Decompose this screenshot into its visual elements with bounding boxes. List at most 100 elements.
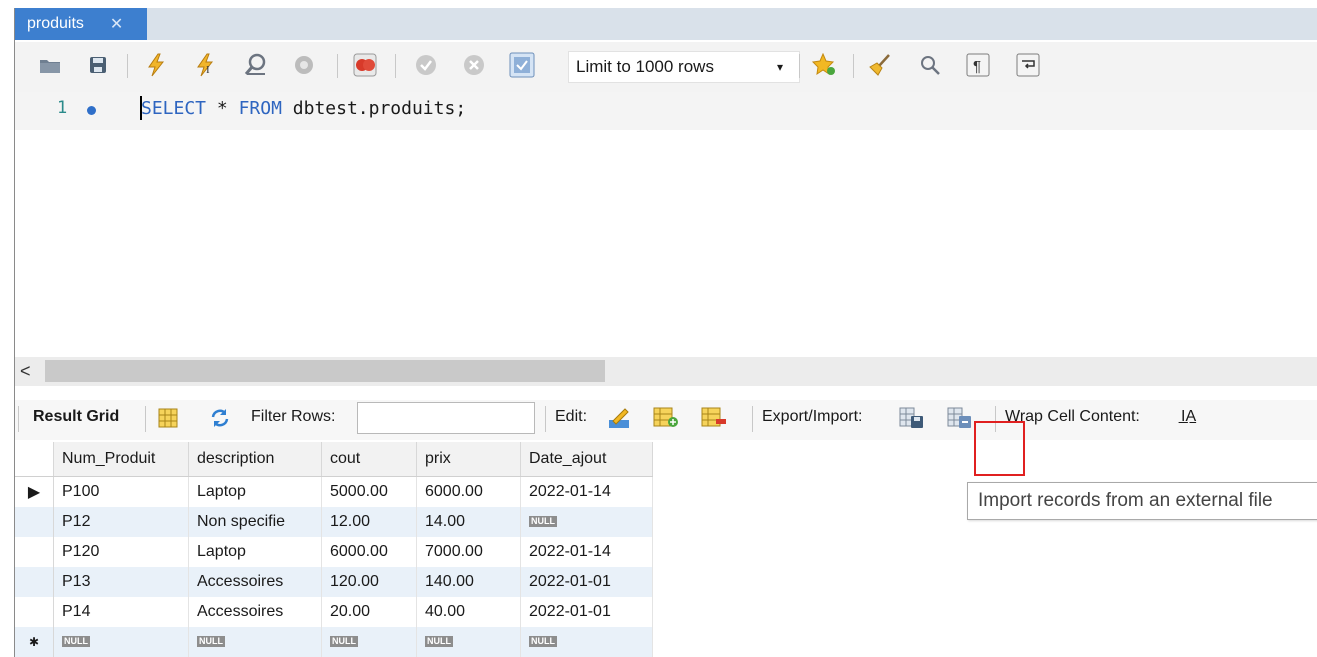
filter-rows-label: Filter Rows: — [251, 408, 336, 425]
cell[interactable]: P13 — [53, 567, 189, 597]
row-header — [15, 507, 54, 537]
null-badge: NULL — [529, 636, 557, 647]
cell[interactable]: Accessoires — [188, 597, 322, 627]
cell[interactable]: 6000.00 — [321, 537, 417, 567]
cell[interactable]: 140.00 — [416, 567, 521, 597]
row-header — [15, 597, 54, 627]
wrap-cell-content-label: Wrap Cell Content: — [1005, 408, 1140, 425]
cell[interactable]: 5000.00 — [321, 476, 417, 507]
chevron-down-icon[interactable]: ▾ — [777, 60, 783, 74]
cell[interactable]: Laptop — [188, 537, 322, 567]
separator — [395, 54, 396, 78]
cell[interactable]: 2022-01-14 — [520, 537, 653, 567]
autocommit-icon[interactable] — [509, 52, 535, 78]
cell[interactable]: P12 — [53, 507, 189, 537]
cell[interactable]: P100 — [53, 476, 189, 507]
wrap-cell-toggle-icon[interactable]: I̲A — [1181, 408, 1196, 426]
export-records-icon[interactable] — [899, 405, 925, 431]
execute-icon[interactable] — [143, 52, 169, 78]
import-records-icon[interactable] — [947, 405, 973, 431]
tab-bar: produits ✕ — [15, 8, 1317, 40]
cell[interactable]: NULL — [53, 627, 189, 657]
filter-rows-input[interactable] — [357, 402, 535, 434]
cell[interactable]: 2022-01-01 — [520, 597, 653, 627]
save-icon[interactable] — [85, 52, 111, 78]
null-badge: NULL — [425, 636, 453, 647]
cell[interactable]: NULL — [416, 627, 521, 657]
cell[interactable]: NULL — [188, 627, 322, 657]
cell[interactable]: NULL — [520, 627, 653, 657]
toggle-stop-on-error-icon[interactable] — [352, 52, 378, 78]
open-folder-icon[interactable] — [37, 52, 63, 78]
sql-keyword-select: SELECT — [141, 98, 207, 119]
explain-icon[interactable] — [243, 52, 269, 78]
result-grid-tab[interactable]: Result Grid — [33, 408, 119, 426]
table-row[interactable]: ▶ P100 Laptop 5000.00 6000.00 2022-01-14 — [15, 476, 653, 507]
sql-statement[interactable]: SELECT * FROM dbtest.produits; — [141, 98, 466, 119]
separator — [127, 54, 128, 78]
cell[interactable]: 14.00 — [416, 507, 521, 537]
table-row[interactable]: P14 Accessoires 20.00 40.00 2022-01-01 — [15, 597, 653, 627]
cell[interactable]: Accessoires — [188, 567, 322, 597]
separator — [853, 54, 854, 78]
cell[interactable]: 20.00 — [321, 597, 417, 627]
column-header-description[interactable]: description — [188, 442, 322, 477]
cell[interactable]: Laptop — [188, 476, 322, 507]
sql-editor[interactable]: 1 SELECT * FROM dbtest.produits; — [15, 92, 1317, 357]
table-row[interactable]: P13 Accessoires 120.00 140.00 2022-01-01 — [15, 567, 653, 597]
column-header-date-ajout[interactable]: Date_ajout — [520, 442, 653, 477]
cell[interactable]: P14 — [53, 597, 189, 627]
separator — [18, 406, 19, 432]
null-badge: NULL — [529, 516, 557, 527]
commit-icon[interactable] — [413, 52, 439, 78]
table-row[interactable]: P120 Laptop 6000.00 7000.00 2022-01-14 — [15, 537, 653, 567]
tab-produits[interactable]: produits ✕ — [15, 8, 147, 40]
table-row[interactable]: P12 Non specifie 12.00 14.00 NULL — [15, 507, 653, 537]
find-magnifier-icon[interactable] — [917, 52, 943, 78]
separator — [337, 54, 338, 78]
add-snippet-star-icon[interactable] — [811, 52, 837, 78]
grid-header-row: Num_Produit description cout prix Date_a… — [15, 442, 653, 477]
edit-row-pencil-icon[interactable] — [606, 405, 632, 431]
stop-icon[interactable] — [291, 52, 317, 78]
horizontal-scrollbar[interactable]: < — [15, 357, 1317, 386]
statement-marker-icon — [87, 106, 96, 115]
close-icon[interactable]: ✕ — [110, 14, 123, 34]
refresh-arrows-icon[interactable] — [207, 405, 233, 431]
row-header — [15, 537, 54, 567]
scroll-left-arrow[interactable]: < — [20, 361, 31, 382]
cell[interactable]: 2022-01-14 — [520, 476, 653, 507]
column-header-num-produit[interactable]: Num_Produit — [53, 442, 189, 477]
insert-row-icon[interactable] — [653, 405, 679, 431]
cell[interactable]: 6000.00 — [416, 476, 521, 507]
cell[interactable]: NULL — [520, 507, 653, 537]
cell[interactable]: P120 — [53, 537, 189, 567]
beautify-broom-icon[interactable] — [867, 52, 893, 78]
new-row[interactable]: ✱ NULL NULL NULL NULL NULL — [15, 627, 653, 657]
separator — [799, 54, 800, 78]
sql-table-reference: dbtest.produits; — [292, 98, 467, 119]
delete-row-icon[interactable] — [701, 405, 727, 431]
column-header-prix[interactable]: prix — [416, 442, 521, 477]
cell[interactable]: Non specifie — [188, 507, 322, 537]
result-toolbar: Result Grid Filter Rows: Edit: Export/Im… — [15, 400, 1317, 440]
scrollbar-thumb[interactable] — [45, 360, 605, 382]
wrap-lines-icon[interactable] — [1015, 52, 1041, 78]
column-header-cout[interactable]: cout — [321, 442, 417, 477]
limit-rows-select[interactable]: Limit to 1000 rows ▾ — [568, 51, 800, 83]
cell[interactable]: 12.00 — [321, 507, 417, 537]
sql-star: * — [216, 98, 228, 119]
export-import-label: Export/Import: — [762, 408, 863, 425]
grid-layout-icon[interactable] — [155, 405, 181, 431]
null-badge: NULL — [62, 636, 90, 647]
cell[interactable]: 2022-01-01 — [520, 567, 653, 597]
line-number: 1 — [57, 98, 68, 118]
cell[interactable]: NULL — [321, 627, 417, 657]
invisible-chars-pilcrow-icon[interactable]: ¶ — [965, 52, 991, 78]
cell[interactable]: 7000.00 — [416, 537, 521, 567]
cell[interactable]: 40.00 — [416, 597, 521, 627]
rollback-icon[interactable] — [461, 52, 487, 78]
edit-label: Edit: — [555, 408, 588, 425]
cell[interactable]: 120.00 — [321, 567, 417, 597]
execute-current-icon[interactable]: I — [193, 52, 219, 78]
